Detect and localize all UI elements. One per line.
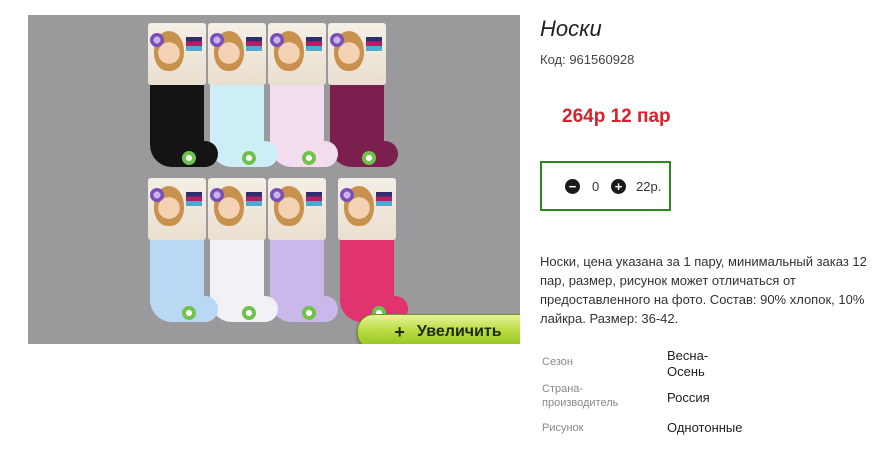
- spec-value-country: Россия: [667, 390, 710, 405]
- minus-circle-icon[interactable]: −: [565, 179, 580, 194]
- spec-value-season: Весна- Осень: [667, 348, 709, 379]
- product-description: Носки, цена указана за 1 пару, минимальн…: [540, 254, 867, 326]
- zoom-button[interactable]: + Увеличить: [357, 314, 520, 344]
- product-price: 264р 12 пар: [562, 106, 671, 127]
- quantity-total: 22р.: [636, 179, 662, 194]
- sock-pack-8: [338, 178, 408, 328]
- spec-value-pattern: Однотонные: [667, 420, 743, 435]
- plus-circle-icon[interactable]: +: [611, 179, 626, 194]
- zoom-button-label: Увеличить: [416, 323, 502, 340]
- spec-label-pattern: Рисунок: [542, 422, 584, 434]
- product-code: Код: 961560928: [540, 52, 635, 67]
- plus-icon: +: [394, 321, 405, 342]
- spec-label-season: Сезон: [542, 356, 573, 368]
- product-title: Носки: [540, 16, 602, 41]
- quantity-stepper: − 0 + 22р.: [540, 161, 671, 211]
- sock-pack-5: [148, 178, 218, 328]
- quantity-value[interactable]: 0: [592, 179, 599, 194]
- sock-pack-1: [148, 23, 218, 173]
- spec-label-country: Страна- производитель: [542, 383, 619, 409]
- product-photo[interactable]: + Увеличить: [28, 15, 520, 344]
